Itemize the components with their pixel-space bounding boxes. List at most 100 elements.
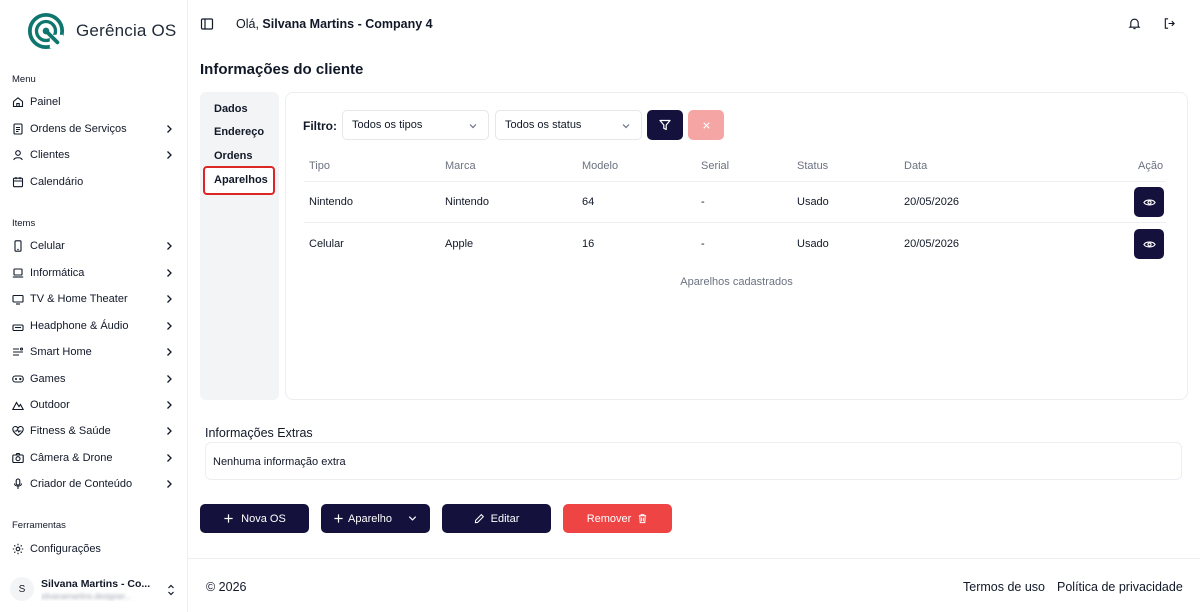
sidebar-item-celular[interactable]: Celular — [6, 234, 182, 258]
remove-button[interactable]: Remover — [563, 504, 672, 533]
chevron-right-icon — [167, 295, 172, 303]
brand-logo-icon — [27, 12, 65, 50]
logout-icon[interactable] — [1163, 17, 1176, 30]
edit-button[interactable]: Editar — [442, 504, 551, 533]
pencil-icon — [474, 513, 484, 524]
type-select[interactable]: Todos os tipos — [342, 110, 489, 140]
chevron-right-icon — [167, 480, 172, 488]
column-header-data: Data — [904, 160, 928, 172]
trash-icon — [639, 514, 647, 524]
logo[interactable]: Gerência OS — [27, 12, 176, 50]
sidebar-item-painel[interactable]: Painel — [6, 90, 182, 114]
sidebar-item-criador-conteudo[interactable]: Criador de Conteúdo — [6, 472, 182, 496]
filter-label: Filtro: — [303, 119, 337, 133]
terms-link[interactable]: Termos de uso — [963, 580, 1045, 594]
view-device-button[interactable] — [1134, 229, 1164, 259]
devices-card: Filtro: Todos os tipos Todos os status T… — [285, 92, 1188, 400]
sidebar-item-headphone-audio[interactable]: Headphone & Áudio — [6, 314, 182, 338]
clear-filter-button[interactable] — [688, 110, 724, 140]
cell-data: 20/05/2026 — [904, 196, 960, 208]
tab-dados[interactable]: Dados — [214, 103, 248, 115]
sidebar-item-label: Smart Home — [30, 346, 92, 358]
sidebar-item-camera-drone[interactable]: Câmera & Drone — [6, 446, 182, 470]
smart-home-icon — [12, 346, 24, 358]
gamepad-icon — [12, 373, 24, 385]
column-header-acao: Ação — [1138, 160, 1164, 172]
tab-ordens[interactable]: Ordens — [214, 150, 253, 162]
footer-divider — [188, 558, 1200, 559]
tv-icon — [12, 293, 24, 305]
cell-status: Usado — [797, 238, 829, 250]
chevron-right-icon — [167, 454, 172, 462]
sidebar-item-label: Informática — [30, 267, 85, 279]
user-icon — [12, 149, 24, 161]
cell-tipo: Nintendo — [309, 196, 354, 208]
avatar: S — [10, 577, 34, 601]
close-icon — [702, 121, 710, 129]
sidebar-toggle-icon[interactable] — [200, 17, 214, 31]
greeting: Olá, Silvana Martins - Company 4 — [236, 17, 433, 31]
sidebar-item-fitness-saude[interactable]: Fitness & Saúde — [6, 419, 182, 443]
sidebar-item-label: Celular — [30, 240, 65, 252]
add-device-label: Aparelho — [348, 512, 393, 525]
section-label-menu: Menu — [12, 74, 36, 85]
sidebar-item-label: Configurações — [30, 543, 101, 555]
sidebar-item-games[interactable]: Games — [6, 367, 182, 391]
chevron-down-icon[interactable] — [407, 513, 418, 524]
extras-box: Nenhuma informação extra — [205, 442, 1182, 480]
tab-endereco[interactable]: Endereço — [214, 126, 264, 138]
view-device-button[interactable] — [1134, 187, 1164, 217]
cell-marca: Nintendo — [445, 196, 490, 208]
calendar-icon — [12, 176, 24, 188]
cell-data: 20/05/2026 — [904, 238, 960, 250]
sidebar-item-label: Criador de Conteúdo — [30, 478, 133, 490]
sidebar-item-configuracoes[interactable]: Configurações — [6, 537, 182, 561]
user-menu[interactable]: S Silvana Martins - Co... silvanamartins… — [10, 574, 180, 604]
sidebar-item-ordens-servicos[interactable]: Ordens de Serviços — [6, 117, 182, 141]
table-divider — [304, 222, 1166, 223]
sidebar-item-label: Outdoor — [30, 399, 70, 411]
sidebar-item-label: Clientes — [30, 149, 70, 161]
cell-tipo: Celular — [309, 238, 344, 250]
chevron-down-icon — [622, 124, 630, 129]
sidebar-item-calendario[interactable]: Calendário — [6, 170, 182, 194]
sidebar-item-smart-home[interactable]: Smart Home — [6, 340, 182, 364]
extras-title: Informações Extras — [205, 426, 313, 440]
cell-modelo: 16 — [582, 238, 595, 250]
chevron-down-icon — [469, 124, 477, 129]
chevron-right-icon — [167, 401, 172, 409]
sidebar-item-outdoor[interactable]: Outdoor — [6, 393, 182, 417]
client-tabs: Dados Endereço Ordens Aparelhos — [200, 92, 279, 400]
sidebar-item-label: Calendário — [30, 176, 84, 188]
user-name: Silvana Martins - Co... — [41, 577, 151, 590]
sidebar-item-informatica[interactable]: Informática — [6, 261, 182, 285]
sidebar-item-clientes[interactable]: Clientes — [6, 143, 182, 167]
new-os-button[interactable]: Nova OS — [200, 504, 309, 533]
headphones-icon — [12, 320, 24, 332]
privacy-link[interactable]: Política de privacidade — [1057, 580, 1183, 594]
bell-icon[interactable] — [1128, 17, 1141, 30]
smartphone-icon — [12, 240, 24, 252]
greeting-prefix: Olá, — [236, 17, 263, 31]
add-device-button[interactable]: Aparelho — [321, 504, 430, 533]
plus-icon — [224, 514, 233, 523]
status-select[interactable]: Todos os status — [495, 110, 642, 140]
section-label-ferramentas: Ferramentas — [12, 520, 66, 531]
document-icon — [12, 123, 24, 135]
tab-aparelhos[interactable]: Aparelhos — [214, 174, 268, 186]
status-select-value: Todos os status — [505, 119, 582, 131]
chevron-right-icon — [167, 427, 172, 435]
cell-marca: Apple — [445, 238, 474, 250]
chevron-right-icon — [167, 375, 172, 383]
sidebar-item-label: Ordens de Serviços — [30, 123, 127, 135]
apply-filter-button[interactable] — [647, 110, 683, 140]
gear-icon — [12, 543, 24, 555]
sidebar-item-label: Painel — [30, 96, 61, 108]
sidebar-item-label: Headphone & Áudio — [30, 320, 129, 332]
section-label-items: Items — [12, 218, 36, 229]
chevron-right-icon — [167, 322, 172, 330]
chevron-right-icon — [167, 242, 172, 250]
sidebar-item-tv-home-theater[interactable]: TV & Home Theater — [6, 287, 182, 311]
microphone-icon — [12, 478, 24, 490]
column-header-modelo: Modelo — [582, 160, 619, 172]
